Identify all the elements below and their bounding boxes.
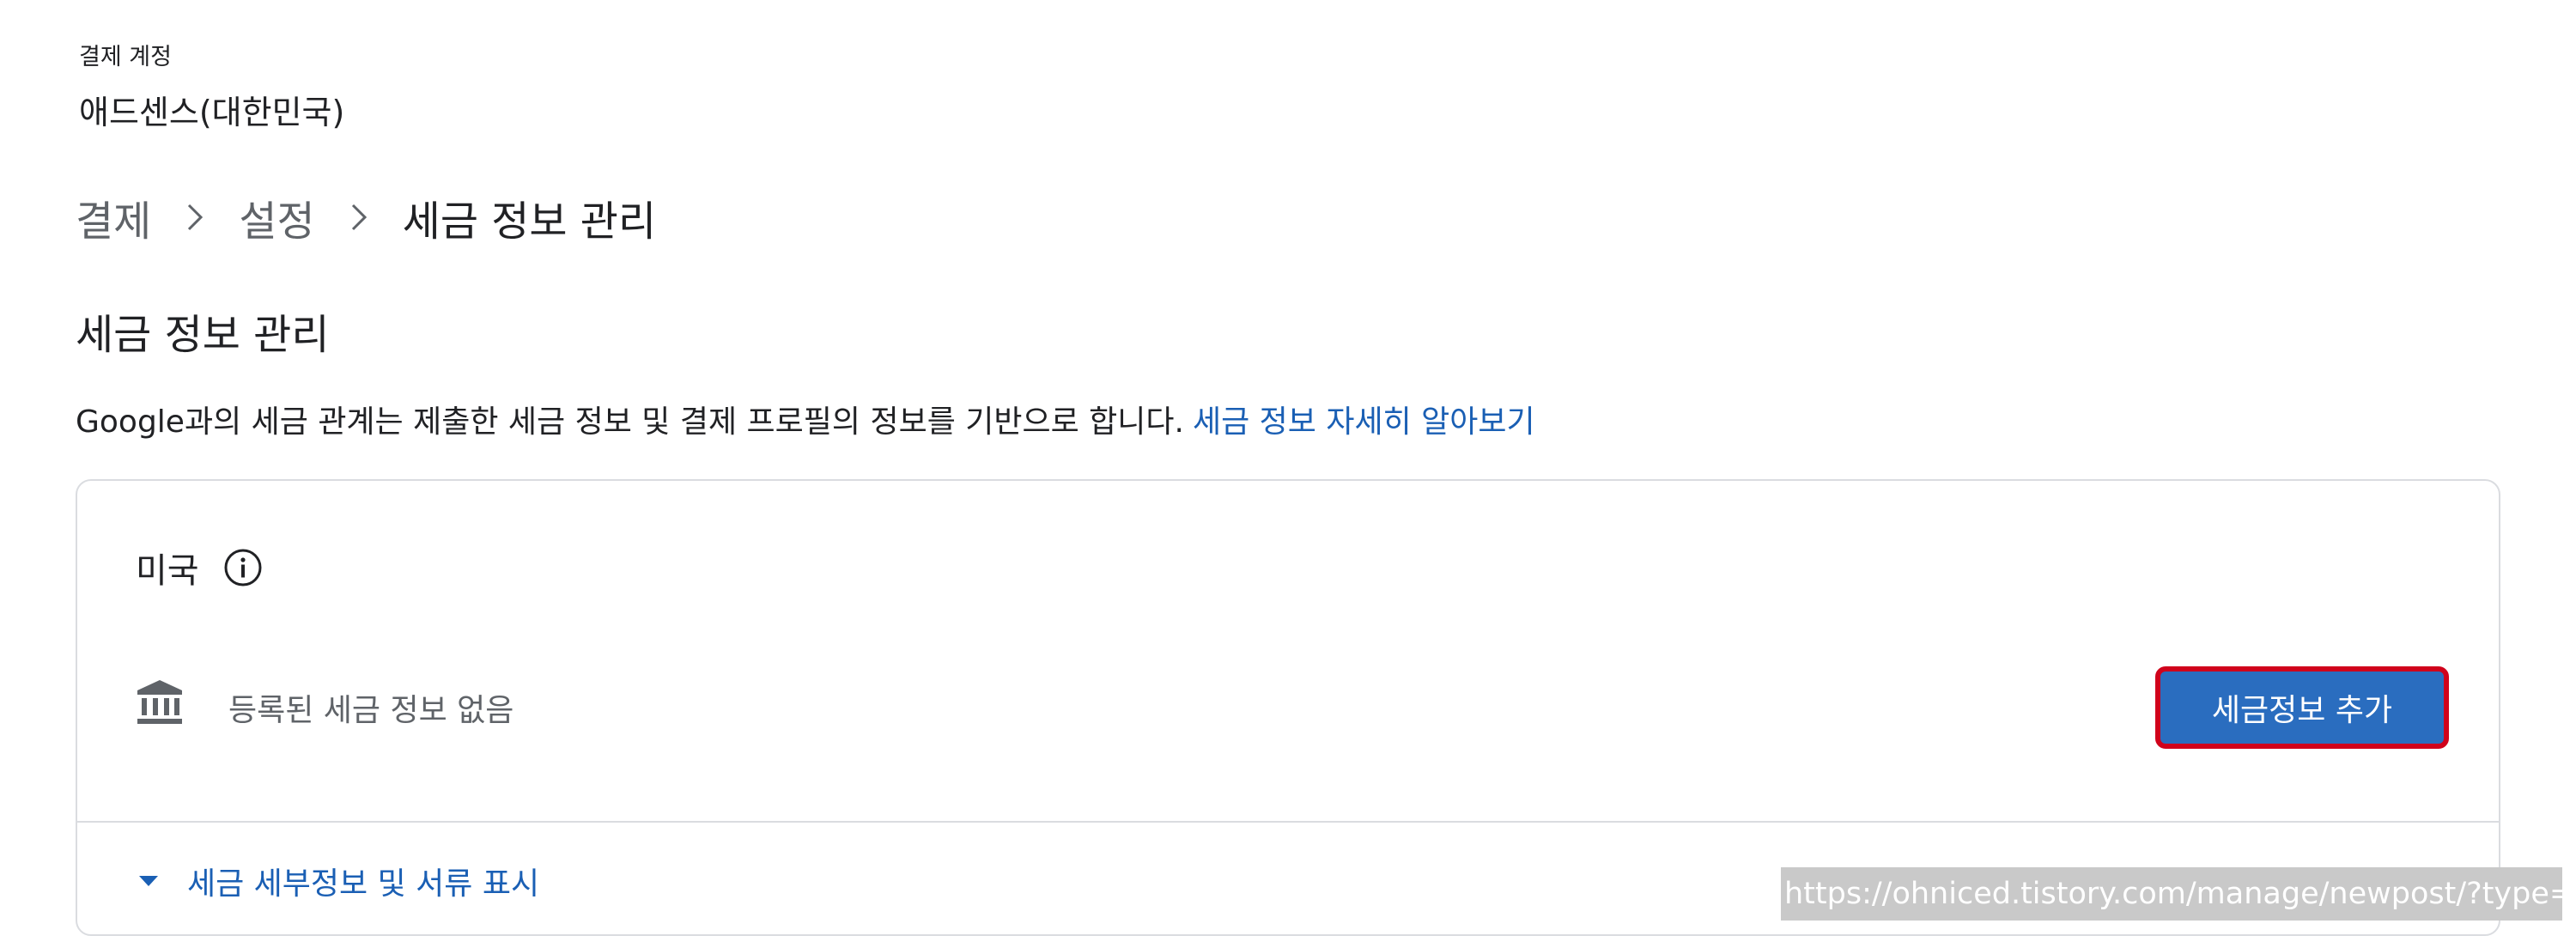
- description-text: Google과의 세금 관계는 제출한 세금 정보 및 결제 프로필의 정보를 …: [76, 404, 1184, 440]
- breadcrumb-item-current: 세금 정보 관리: [402, 198, 657, 246]
- billing-account-label: 결제 계정: [79, 44, 172, 70]
- bank-icon: [134, 677, 185, 728]
- show-tax-details-label: 세금 세부정보 및 서류 표시: [187, 866, 540, 902]
- caret-down-icon: [137, 874, 160, 888]
- chevron-right-icon: [185, 202, 204, 233]
- country-name: 미국: [136, 551, 199, 591]
- add-tax-info-button[interactable]: 세금정보 추가: [2155, 666, 2449, 749]
- country-heading: 미국: [136, 543, 263, 592]
- info-icon[interactable]: [223, 548, 263, 587]
- chevron-right-icon: [349, 202, 368, 233]
- show-tax-details-toggle[interactable]: 세금 세부정보 및 서류 표시: [137, 859, 539, 903]
- page-description: Google과의 세금 관계는 제출한 세금 정보 및 결제 프로필의 정보를 …: [76, 397, 1535, 441]
- url-watermark: https://ohniced.tistory.com/manage/newpo…: [1781, 867, 2562, 921]
- card-divider: [77, 821, 2499, 823]
- breadcrumb-item-settings[interactable]: 설정: [239, 187, 314, 247]
- billing-account-name: 애드센스(대한민국): [79, 94, 345, 131]
- empty-tax-info-text: 등록된 세금 정보 없음: [228, 693, 514, 728]
- breadcrumb-item-billing[interactable]: 결제: [76, 187, 151, 247]
- breadcrumb: 결제 설정 세금 정보 관리: [76, 187, 656, 247]
- page-title: 세금 정보 관리: [76, 311, 330, 359]
- learn-more-link[interactable]: 세금 정보 자세히 알아보기: [1193, 404, 1535, 440]
